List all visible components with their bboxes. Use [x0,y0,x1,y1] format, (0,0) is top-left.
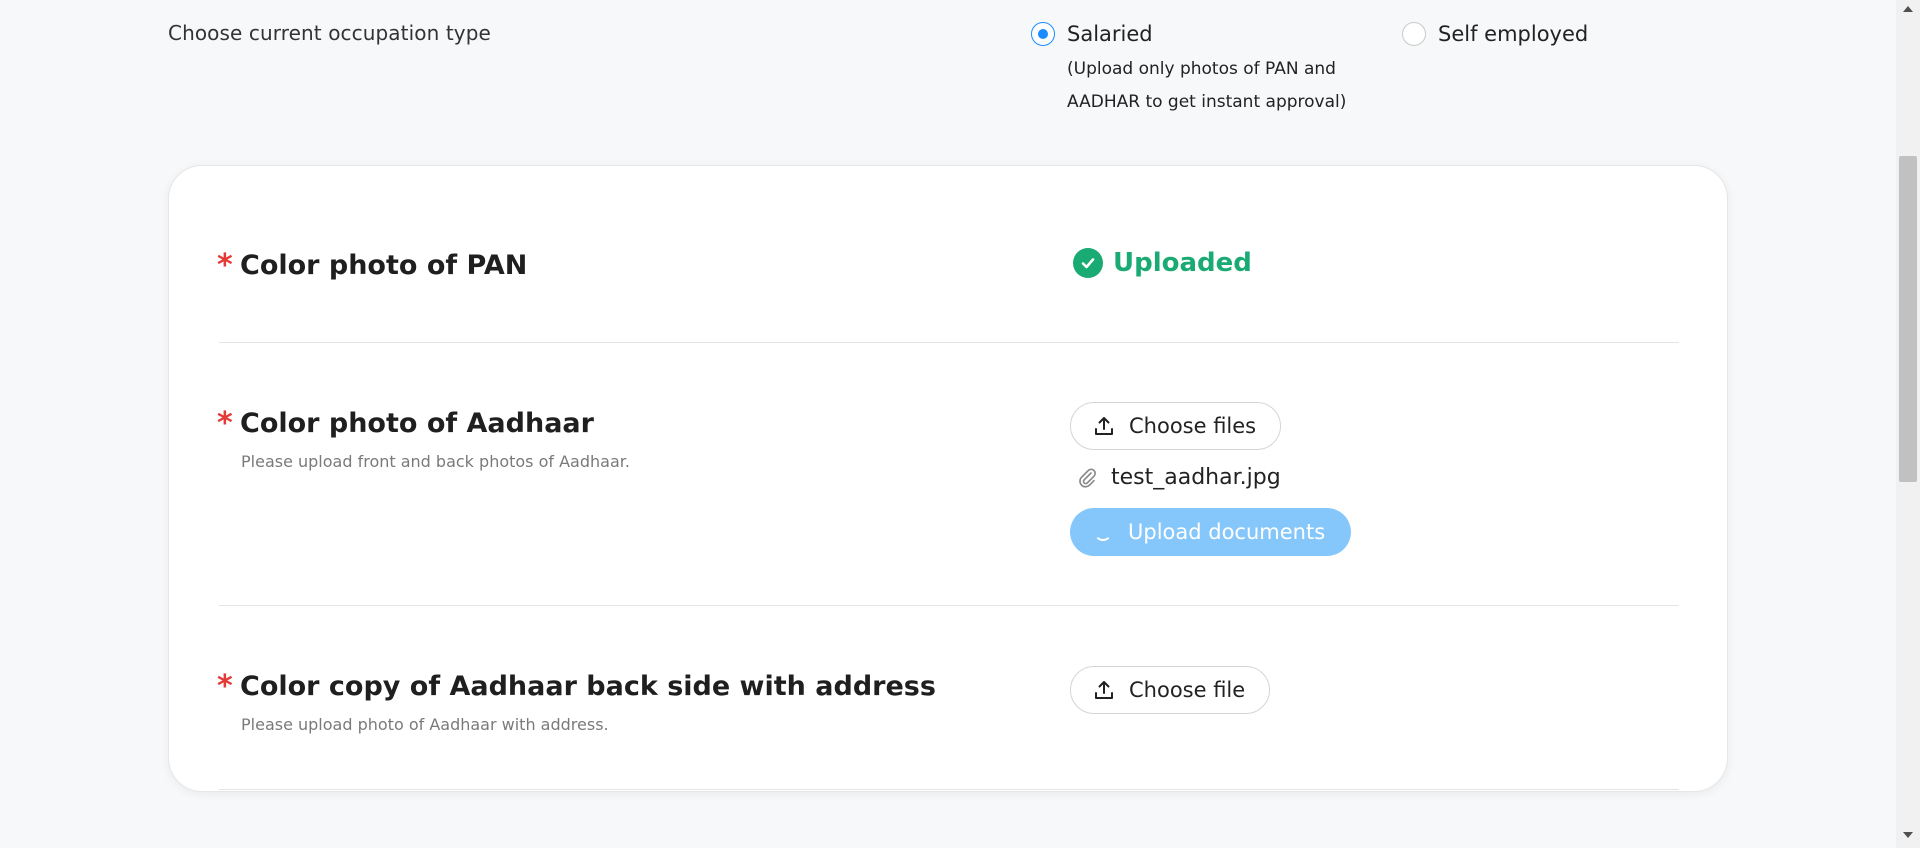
scrollbar[interactable] [1896,0,1920,848]
choose-files-label: Choose files [1129,414,1257,438]
pan-status: Uploaded [1073,248,1252,278]
choose-file-label: Choose file [1129,678,1246,702]
upload-icon [1095,681,1113,699]
divider [219,342,1679,343]
divider [219,605,1679,606]
check-circle-icon [1073,248,1103,278]
doc-hint-aadhaar-back: Please upload photo of Aadhaar with addr… [241,715,609,734]
paperclip-icon [1079,468,1096,488]
occupation-label: Choose current occupation type [168,21,491,45]
scroll-thumb[interactable] [1899,156,1917,482]
required-marker: * [217,406,233,441]
scroll-down-icon[interactable] [1903,832,1913,838]
salaried-note: (Upload only photos of PAN and AADHAR to… [1067,59,1347,112]
doc-title-aadhaar-back: Color copy of Aadhaar back side with add… [240,671,936,702]
radio-self-employed-control[interactable] [1402,22,1426,46]
required-marker: * [217,669,233,704]
selected-file[interactable]: test_aadhar.jpg [1077,465,1281,490]
spinner-icon [1094,523,1112,541]
upload-documents-button[interactable]: Upload documents [1070,508,1352,556]
doc-title-aadhaar: Color photo of Aadhaar [240,408,594,439]
scroll-up-icon[interactable] [1903,6,1913,12]
documents-card: * Color photo of PAN Uploaded * Color ph… [168,165,1728,792]
radio-salaried[interactable]: Salaried [1031,22,1153,46]
selected-file-name: test_aadhar.jpg [1111,465,1281,490]
pan-status-text: Uploaded [1113,248,1252,278]
radio-salaried-label: Salaried [1067,22,1153,46]
doc-title-pan: Color photo of PAN [240,250,528,281]
required-marker: * [217,248,233,283]
doc-hint-aadhaar: Please upload front and back photos of A… [241,452,630,471]
radio-self-employed-label: Self employed [1438,22,1589,46]
choose-file-button[interactable]: Choose file [1070,666,1271,714]
page: Choose current occupation type Salaried … [0,0,1920,848]
choose-files-button[interactable]: Choose files [1070,402,1282,450]
divider [219,789,1679,790]
radio-salaried-control[interactable] [1031,22,1055,46]
upload-icon [1095,417,1113,435]
upload-documents-label: Upload documents [1128,520,1326,544]
radio-self-employed[interactable]: Self employed [1402,22,1588,46]
